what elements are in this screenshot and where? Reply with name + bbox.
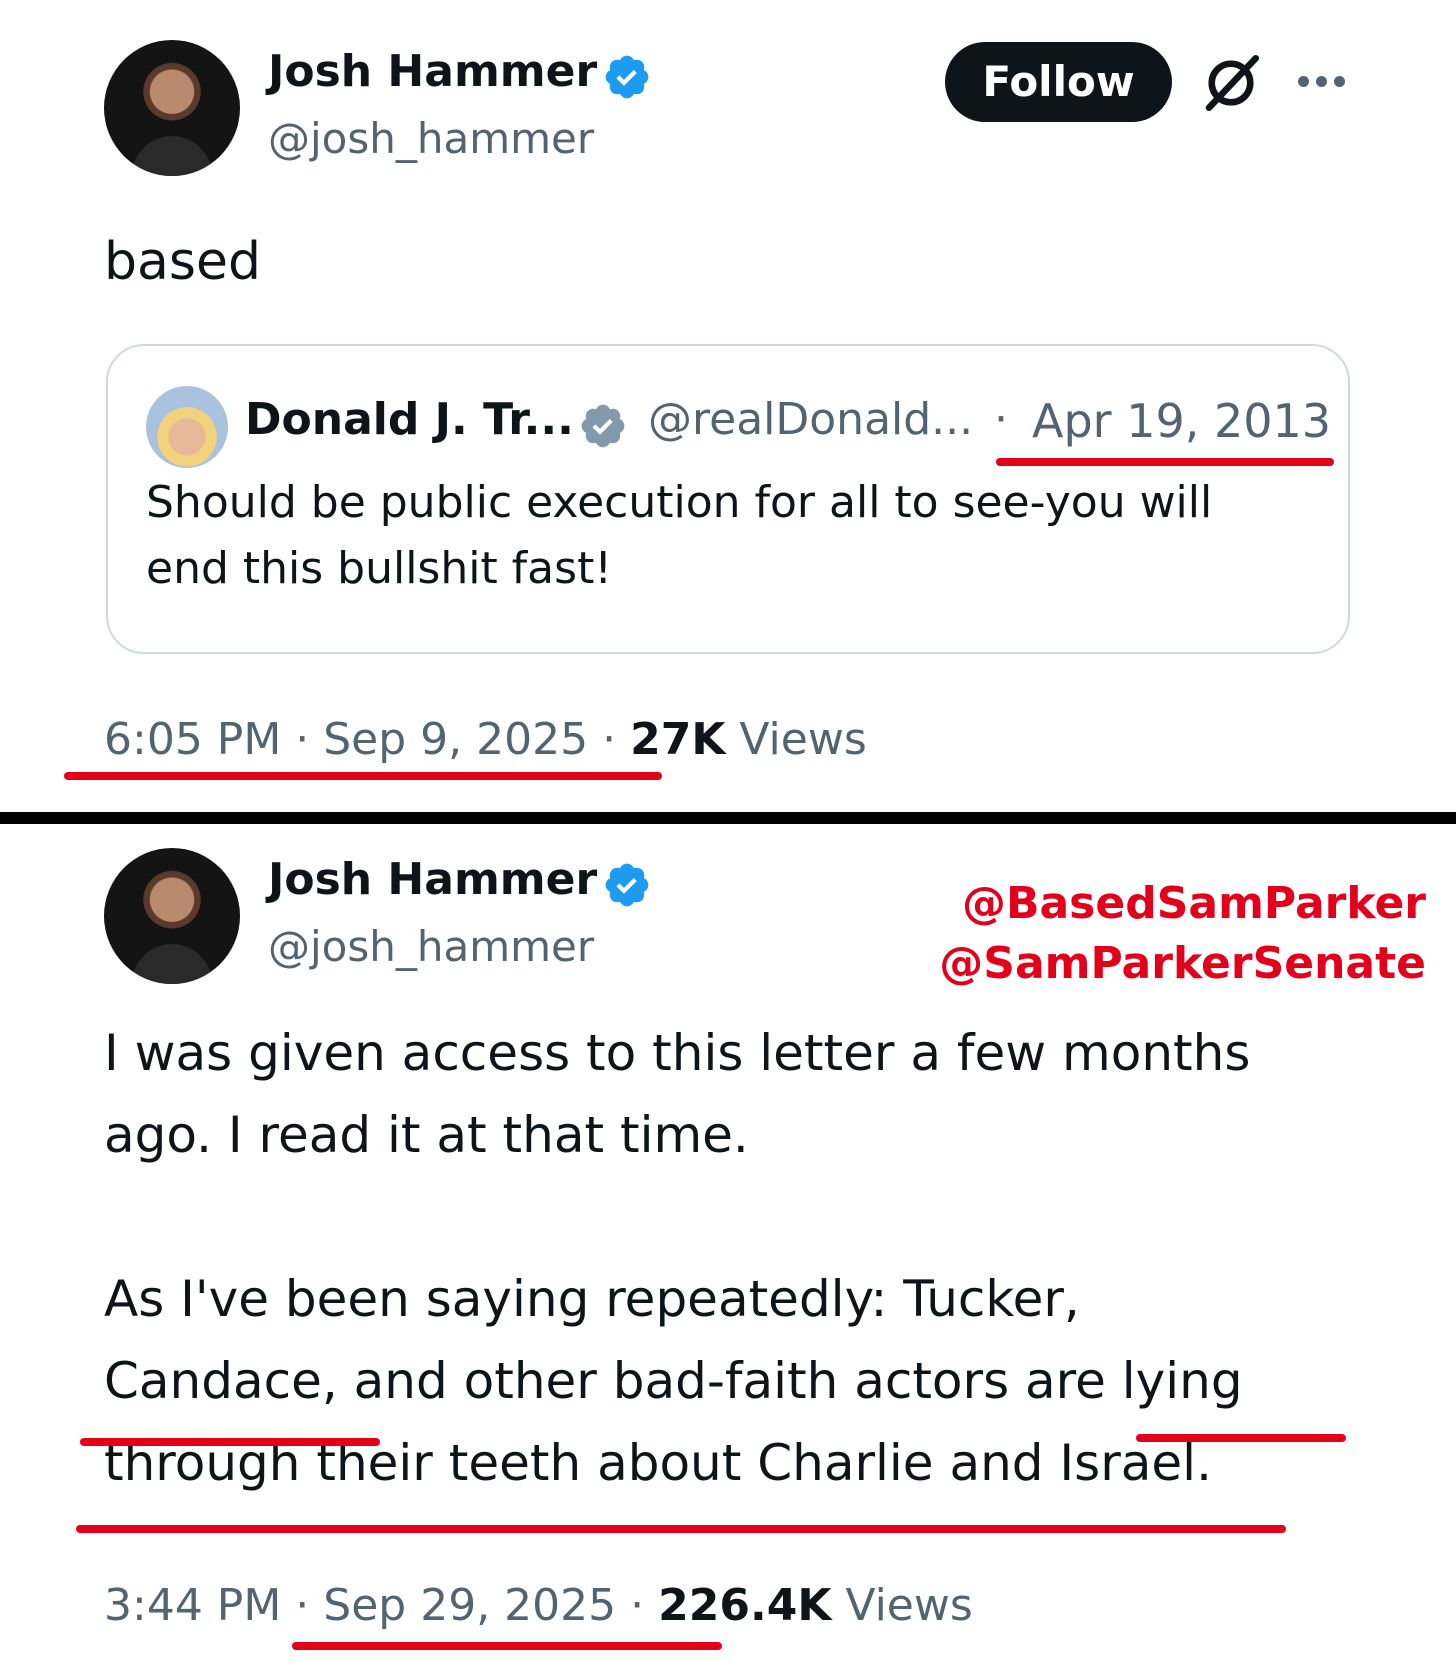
timestamp-time[interactable]: 3:44 PM [104,1580,281,1631]
views-count: 226.4K [658,1580,832,1631]
watermark-line: @SamParkerSenate [939,938,1426,989]
watermark: @BasedSamParker @SamParkerSenate [939,874,1426,994]
avatar[interactable] [104,40,240,176]
more-options-icon[interactable] [1298,72,1348,92]
views-label: Views [845,1580,973,1631]
annotation-underline [80,1438,380,1446]
grok-icon[interactable] [1198,50,1264,116]
author-name[interactable]: Josh Hammer [268,854,597,905]
watermark-line: @BasedSamParker [961,878,1426,929]
tweet-text: based [104,232,261,292]
quoted-text: Should be public execution for all to se… [146,477,1213,594]
tweet-meta: 6:05 PM · Sep 9, 2025 · 27K Views [104,714,867,765]
avatar[interactable] [104,848,240,984]
annotation-underline [1136,1434,1346,1442]
separator-dot: · [994,394,1008,445]
timestamp[interactable]: 6:05 PM · Sep 9, 2025 · [104,714,616,765]
author-handle[interactable]: @josh_hammer [268,114,594,163]
verified-badge-icon [581,404,625,448]
quoted-tweet[interactable]: Donald J. Tr... @realDonald... · Apr 19,… [106,344,1350,654]
annotation-underline [292,1642,722,1650]
divider [0,812,1456,824]
author-name[interactable]: Josh Hammer [268,46,597,97]
views-count: 27K [630,714,726,765]
text-line: As I've been saying repeatedly: Tucker, [104,1270,1080,1328]
separator-dot: · [630,1580,645,1631]
text-line: through their teeth about Charlie and Is… [104,1434,1212,1492]
text-line: Candace, and other bad-faith actors are … [104,1352,1243,1410]
annotation-underline [996,458,1334,466]
timestamp-date[interactable]: Sep 29, 2025 [323,1580,616,1631]
annotation-underline [76,1525,1286,1533]
annotation-underline [64,772,662,780]
tweet-meta: 3:44 PM · Sep 29, 2025 · 226.4K Views [104,1580,973,1631]
quoted-author-name[interactable]: Donald J. Tr... [245,394,574,445]
text-line: I was given access to this letter a few … [104,1024,1251,1082]
quoted-author-handle[interactable]: @realDonald... [648,394,973,445]
verified-badge-icon [605,55,649,99]
views-label: Views [739,714,867,765]
separator-dot: · [295,1580,310,1631]
text-line: ago. I read it at that time. [104,1106,749,1164]
tweet-top: Josh Hammer @josh_hammer Follow based Do… [0,0,1456,812]
follow-button[interactable]: Follow [945,42,1172,122]
tweet-text: I was given access to this letter a few … [104,1012,1250,1504]
quoted-date[interactable]: Apr 19, 2013 [1032,394,1331,448]
verified-badge-icon [605,863,649,907]
quoted-avatar[interactable] [146,386,228,468]
author-handle[interactable]: @josh_hammer [268,922,594,971]
tweet-bottom: Josh Hammer @josh_hammer @BasedSamParker… [0,824,1456,1663]
